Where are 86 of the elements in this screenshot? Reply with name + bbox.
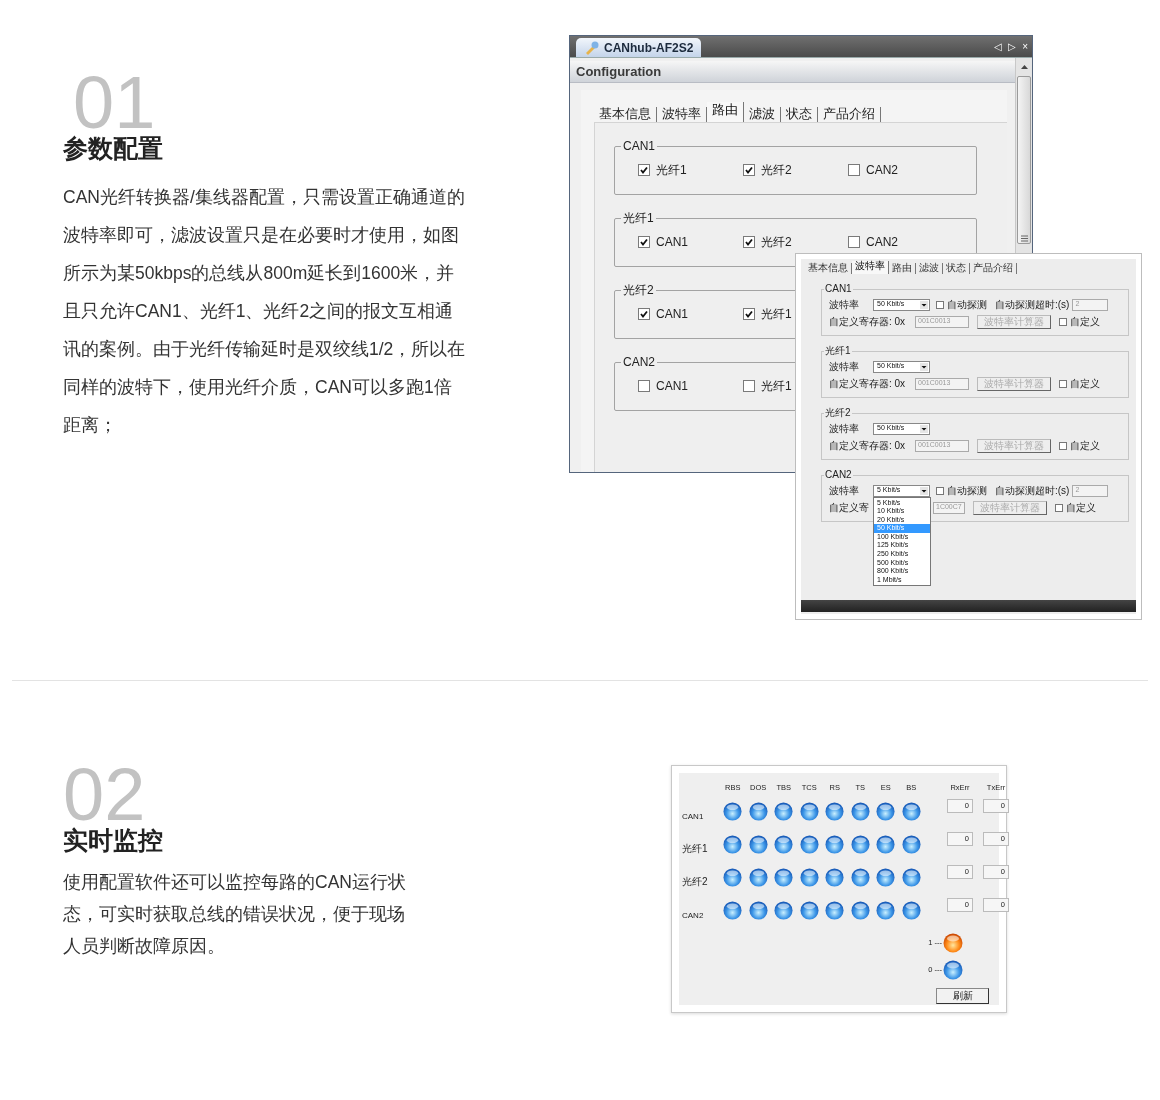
check-icon (640, 238, 648, 246)
checkbox-label: 自定义 (1070, 377, 1100, 391)
field-label: 波特率 (829, 298, 860, 312)
row-label: 光纤1 (682, 842, 709, 856)
checkbox[interactable] (1055, 503, 1063, 512)
checkbox[interactable] (638, 380, 650, 392)
caret-up-icon (1020, 65, 1028, 69)
checkbox-label: 自定义 (1066, 501, 1096, 515)
checkbox-label: 自动探测 (947, 298, 987, 312)
check-icon (745, 166, 753, 174)
checkbox[interactable] (848, 236, 860, 248)
checkbox[interactable] (638, 236, 650, 248)
refresh-button[interactable]: 刷新 (936, 988, 989, 1004)
scrollbar-thumb[interactable] (1017, 76, 1031, 244)
group-title: CAN2 (824, 470, 853, 480)
checkbox[interactable] (1059, 379, 1067, 388)
checkbox[interactable] (743, 308, 755, 320)
check-icon (745, 310, 753, 318)
group-title: 光纤1 (622, 210, 655, 227)
checkbox-label: 光纤2 (761, 234, 792, 251)
checkbox-label: CAN1 (656, 234, 688, 251)
checkbox-label: CAN1 (656, 378, 688, 395)
group-title: 光纤1 (824, 346, 852, 356)
check-icon (640, 310, 648, 318)
caret-down-icon (920, 424, 928, 433)
row-label: 光纤2 (682, 875, 709, 889)
group-title: CAN1 (622, 138, 656, 155)
checkbox-label: 光纤1 (761, 306, 792, 323)
tab-nav-button[interactable]: × (1022, 41, 1028, 52)
group-title: 光纤2 (824, 408, 852, 418)
checkbox[interactable] (848, 164, 860, 176)
field-label: 自定义寄 (829, 501, 870, 515)
caret-down-icon (920, 362, 928, 371)
checkbox[interactable] (936, 486, 944, 495)
checkbox[interactable] (743, 380, 755, 392)
tab[interactable]: 产品介绍 (970, 263, 1017, 274)
field-label: 自动探测超时:(s) (995, 298, 1070, 312)
checkbox[interactable] (1059, 441, 1067, 450)
checkbox-label: CAN2 (866, 234, 898, 251)
section-number: 02 (63, 768, 146, 822)
checkbox[interactable] (743, 236, 755, 248)
grip-icon (1020, 235, 1028, 242)
tab-nav-button[interactable]: ▷ (1008, 41, 1017, 52)
row-label: CAN2 (682, 910, 705, 922)
group-title: 光纤2 (622, 282, 655, 299)
row-label: CAN1 (682, 811, 705, 823)
checkbox-label: 光纤2 (761, 162, 792, 179)
caret-down-icon (920, 300, 928, 309)
checkbox[interactable] (1059, 317, 1067, 326)
tab[interactable]: 路由 (889, 263, 916, 274)
section-number: 01 (73, 76, 156, 130)
field-label: 自动探测超时:(s) (995, 484, 1070, 498)
tab[interactable]: 状态 (943, 263, 970, 274)
checkbox-label: 自定义 (1070, 315, 1100, 329)
field-label: 自定义寄存器: 0x (829, 439, 907, 453)
check-icon (640, 166, 648, 174)
checkbox[interactable] (936, 300, 944, 309)
section-description: CAN光纤转换器/集线器配置，只需设置正确通道的波特率即可，滤波设置只是在必要时才使用，如图所示为某50kbps的总线从800m延长到1600米，并且只允许CAN1、光纤1、光纤2之间的报文互相通讯的案例。由于光纤传输延时是双绞线1/2，所以在同样的波特下，使用光纤介质，CAN可以多跑1倍距离； (63, 186, 467, 437)
checkbox[interactable] (638, 308, 650, 320)
section-description: 使用配置软件还可以监控每路的CAN运行状态，可实时获取总线的错误状况，便于现场人员判断故障原因。 (63, 871, 407, 958)
field-label: 波特率 (829, 484, 860, 498)
caret-down-icon (920, 486, 928, 495)
panel-header: Configuration (570, 61, 1015, 83)
check-icon (745, 238, 753, 246)
field-label: 波特率 (829, 360, 860, 374)
group-title: CAN1 (824, 284, 853, 294)
group-title: CAN2 (622, 354, 656, 371)
section-heading: 参数配置 (63, 133, 163, 164)
checkbox-label: CAN2 (866, 162, 898, 179)
checkbox-label: CAN1 (656, 306, 688, 323)
checkbox-label: 自定义 (1070, 439, 1100, 453)
section-heading: 实时监控 (63, 825, 163, 856)
tab-nav-button[interactable]: ◁ (994, 41, 1003, 52)
tab[interactable]: 路由 (707, 102, 744, 122)
field-label: 自定义寄存器: 0x (829, 377, 907, 391)
checkbox-label: 自动探测 (947, 484, 987, 498)
checkbox-label: 光纤1 (761, 378, 792, 395)
field-label: 自定义寄存器: 0x (829, 315, 907, 329)
checkbox[interactable] (743, 164, 755, 176)
checkbox-label: 光纤1 (656, 162, 687, 179)
document-tab[interactable]: CANhub-AF2S2 (576, 38, 702, 57)
tab[interactable]: 滤波 (916, 263, 943, 274)
checkbox[interactable] (638, 164, 650, 176)
field-label: 波特率 (829, 422, 860, 436)
wrench-icon (584, 40, 600, 55)
tab[interactable]: 波特率 (852, 261, 889, 274)
